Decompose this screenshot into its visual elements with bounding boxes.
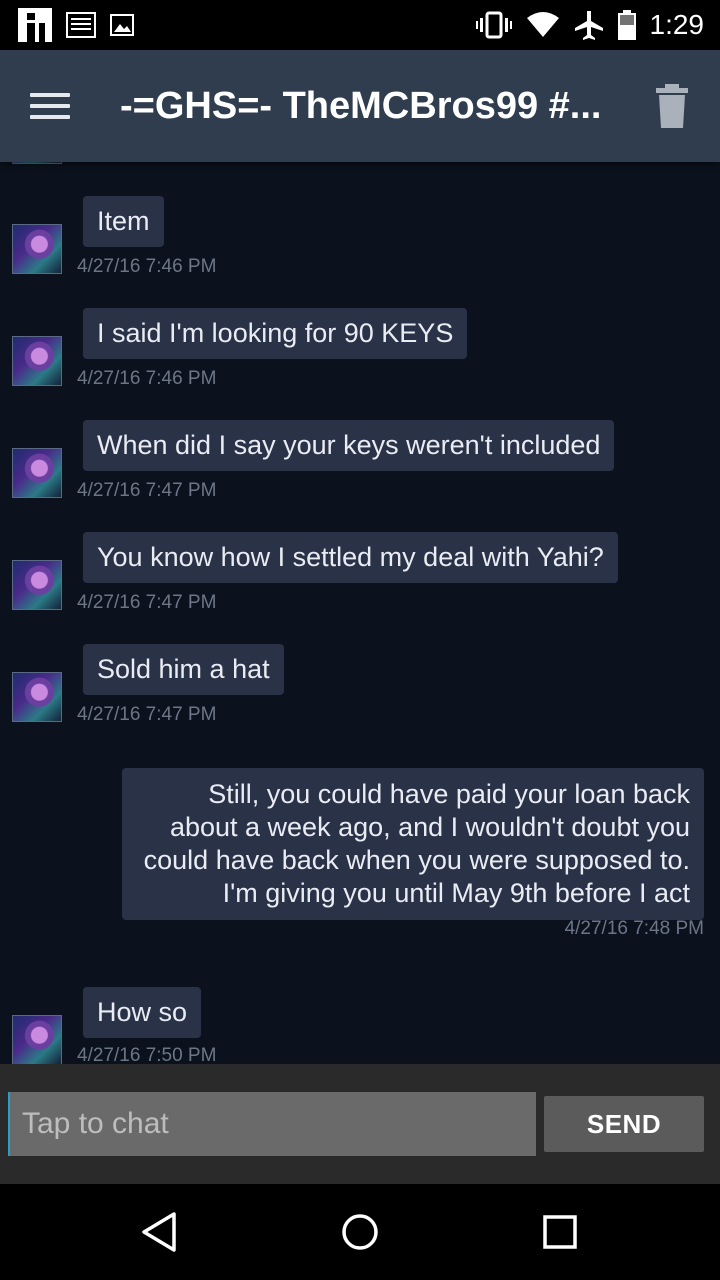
wifi-icon [526, 12, 559, 37]
message-bubble[interactable]: When did I say your keys weren't include… [83, 420, 615, 471]
own-message-bubble[interactable]: Still, you could have paid your loan bac… [122, 768, 704, 920]
news-notification-icon [66, 12, 96, 38]
vibrate-icon [475, 11, 512, 39]
message-timestamp: 4/27/16 7:47 PM [77, 704, 217, 725]
app-bar: -=GHS=- TheMCBros99 #... [0, 50, 720, 162]
message-timestamp: 4/27/16 7:46 PM [77, 256, 217, 277]
phone-screen: 1:29 -=GHS=- TheMCBros99 #... Item 4/27/… [0, 0, 720, 1280]
message-bubble[interactable]: How so [83, 987, 202, 1038]
hamburger-menu-icon[interactable] [22, 80, 78, 132]
message-bubble[interactable]: You know how I settled my deal with Yahi… [83, 532, 618, 583]
status-bar: 1:29 [0, 0, 720, 50]
airplane-icon [574, 11, 603, 40]
menu-line [30, 104, 70, 108]
avatar[interactable] [12, 162, 62, 164]
menu-line [30, 93, 70, 97]
chat-title: -=GHS=- TheMCBros99 #... [120, 85, 602, 127]
message-bubble[interactable]: Item [83, 196, 164, 247]
home-icon[interactable] [334, 1206, 386, 1258]
avatar[interactable] [12, 448, 62, 498]
message-timestamp: 4/27/16 7:47 PM [77, 480, 217, 501]
message-bubble[interactable]: Sold him a hat [83, 644, 284, 695]
menu-line [30, 115, 70, 119]
message-timestamp: 4/27/16 7:50 PM [77, 1045, 217, 1064]
message-timestamp: 4/27/16 7:47 PM [77, 592, 217, 613]
chat-input-bar: SEND [0, 1064, 720, 1184]
avatar[interactable] [12, 336, 62, 386]
avatar[interactable] [12, 672, 62, 722]
message-timestamp: 4/27/16 7:48 PM [564, 918, 704, 939]
trash-icon[interactable] [652, 82, 692, 130]
status-bar-system: 1:29 [475, 0, 705, 50]
battery-icon [617, 10, 636, 40]
avatar[interactable] [12, 560, 62, 610]
chat-input[interactable] [8, 1092, 536, 1156]
message-bubble[interactable]: I said I'm looking for 90 KEYS [83, 308, 468, 359]
message-timestamp: 4/27/16 7:46 PM [77, 368, 217, 389]
app-notification-icon [18, 8, 52, 42]
chat-message-list[interactable]: Item 4/27/16 7:46 PM I said I'm looking … [0, 162, 720, 1064]
send-button[interactable]: SEND [544, 1096, 704, 1152]
navigation-bar [0, 1184, 720, 1280]
status-bar-notifications [18, 8, 134, 42]
avatar[interactable] [12, 1015, 62, 1064]
clock: 1:29 [649, 9, 705, 40]
back-icon[interactable] [134, 1206, 186, 1258]
recents-icon[interactable] [534, 1206, 586, 1258]
image-notification-icon [110, 14, 134, 36]
avatar[interactable] [12, 224, 62, 274]
